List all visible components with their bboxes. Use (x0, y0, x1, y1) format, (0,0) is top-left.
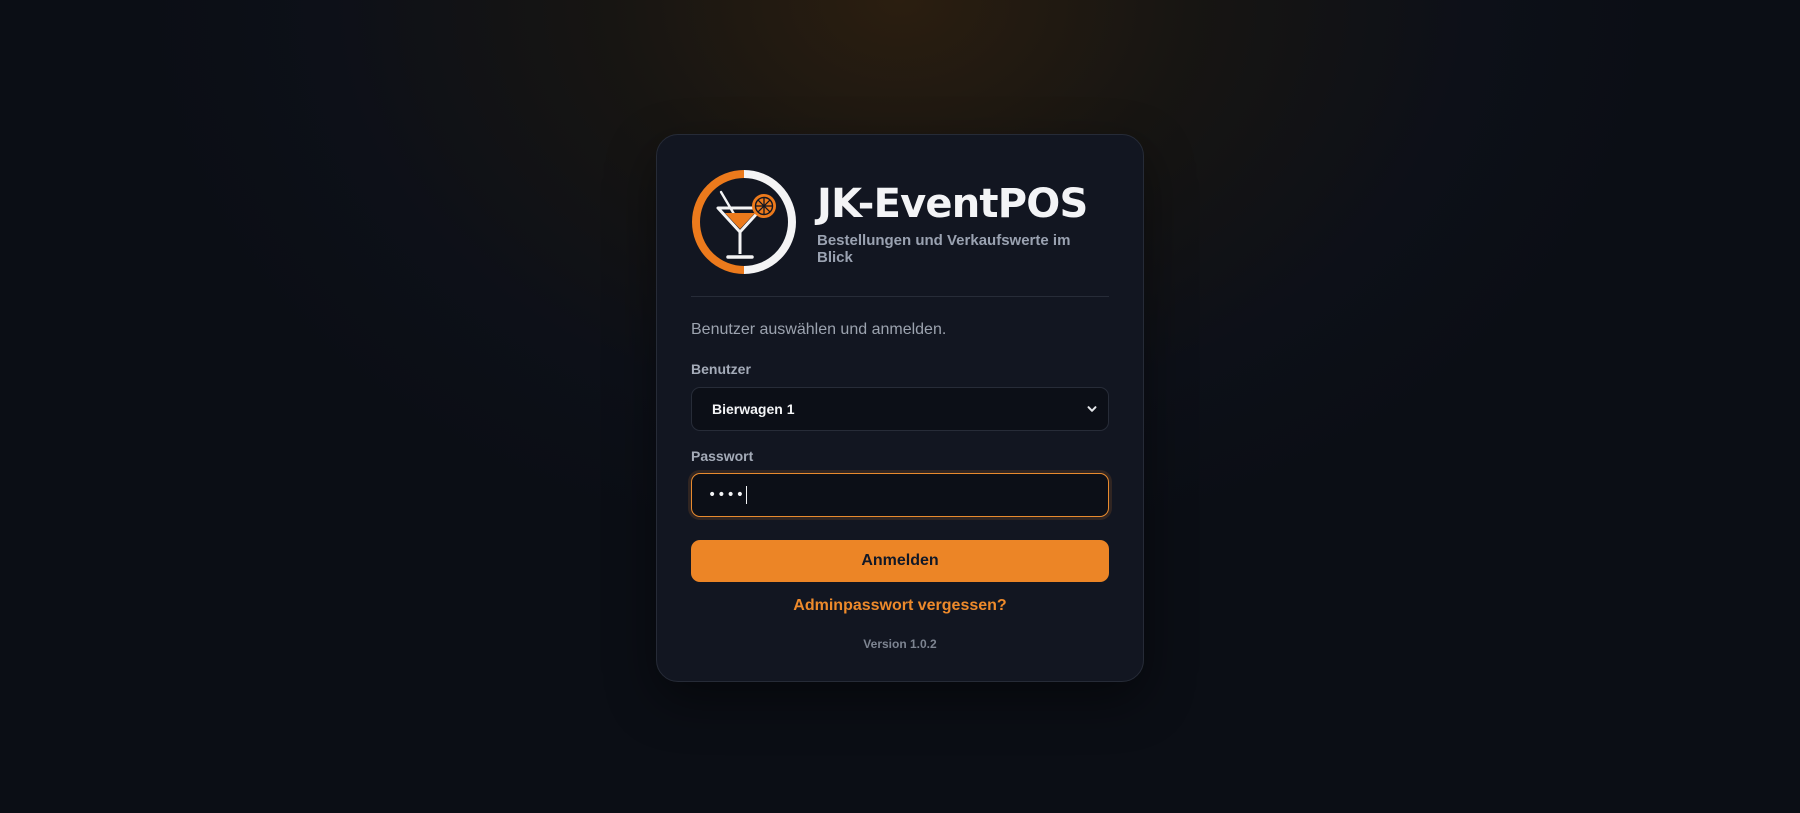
text-caret (746, 486, 748, 504)
app-subtitle: Bestellungen und Verkaufswerte im Blick (817, 232, 1071, 266)
app-title: JK-EventPOS (817, 181, 1088, 227)
cocktail-glass-icon (692, 170, 796, 274)
user-label: Benutzer (691, 361, 751, 377)
chevron-down-icon (1087, 406, 1097, 412)
login-intro-text: Benutzer auswählen und anmelden. (691, 321, 947, 338)
user-select-value: Bierwagen 1 (712, 401, 795, 417)
password-input[interactable]: •••• (691, 473, 1109, 517)
password-masked-value: •••• (708, 487, 746, 503)
brand-header: JK-EventPOS Bestellungen und Verkaufswer… (691, 167, 1109, 277)
forgot-admin-password-link[interactable]: Adminpasswort vergessen? (691, 597, 1109, 615)
password-label: Passwort (691, 448, 754, 464)
user-select[interactable]: Bierwagen 1 (691, 387, 1109, 431)
login-card: JK-EventPOS Bestellungen und Verkaufswer… (656, 134, 1144, 682)
brand-text: JK-EventPOS Bestellungen und Verkaufswer… (817, 178, 1109, 266)
version-label: Version 1.0.2 (863, 637, 937, 651)
divider (691, 296, 1109, 297)
login-button[interactable]: Anmelden (691, 540, 1109, 582)
